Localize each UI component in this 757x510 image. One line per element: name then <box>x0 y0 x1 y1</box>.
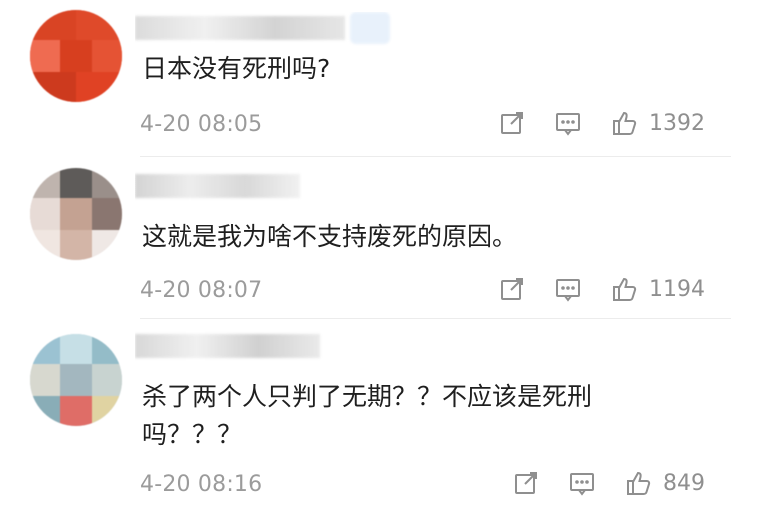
divider <box>140 318 731 319</box>
comment-time: 4-20 08:05 <box>140 112 263 137</box>
username-blurred[interactable] <box>135 12 405 46</box>
avatar[interactable] <box>30 168 122 260</box>
like-count: 849 <box>663 470 705 496</box>
comment-actions: 1392 <box>495 106 705 140</box>
comment-actions: 1194 <box>495 272 705 306</box>
avatar[interactable] <box>30 334 122 426</box>
share-icon[interactable] <box>509 466 543 500</box>
thumbs-up-icon <box>621 466 655 500</box>
avatar[interactable] <box>30 10 122 102</box>
comment-text: 日本没有死刑吗? <box>142 54 331 83</box>
like-count: 1194 <box>649 276 705 302</box>
comment-item-1[interactable]: 日本没有死刑吗? 4-20 08:05 1392 <box>0 0 757 158</box>
share-icon[interactable] <box>495 272 529 306</box>
like-button[interactable]: 1392 <box>607 106 705 140</box>
comment-time: 4-20 08:16 <box>140 472 263 497</box>
like-button[interactable]: 849 <box>621 466 705 500</box>
like-count: 1392 <box>649 110 705 136</box>
comment-item-3[interactable]: 杀了两个人只判了无期？？不应该是死刑吗？？？ 4-20 08:16 849 <box>0 320 757 510</box>
divider <box>140 156 731 157</box>
comment-icon[interactable] <box>565 466 599 500</box>
comment-item-2[interactable]: 这就是我为啥不支持废死的原因。 4-20 08:07 1194 <box>0 158 757 320</box>
share-icon[interactable] <box>495 106 529 140</box>
username-blurred[interactable] <box>135 330 330 364</box>
like-button[interactable]: 1194 <box>607 272 705 306</box>
comment-text: 这就是我为啥不支持废死的原因。 <box>142 222 518 251</box>
comment-text: 杀了两个人只判了无期？？不应该是死刑吗？？？ <box>142 382 593 449</box>
comment-actions: 849 <box>509 466 705 500</box>
comment-icon[interactable] <box>551 106 585 140</box>
username-blurred[interactable] <box>135 170 315 204</box>
comment-icon[interactable] <box>551 272 585 306</box>
comment-time: 4-20 08:07 <box>140 278 263 303</box>
thumbs-up-icon <box>607 106 641 140</box>
thumbs-up-icon <box>607 272 641 306</box>
